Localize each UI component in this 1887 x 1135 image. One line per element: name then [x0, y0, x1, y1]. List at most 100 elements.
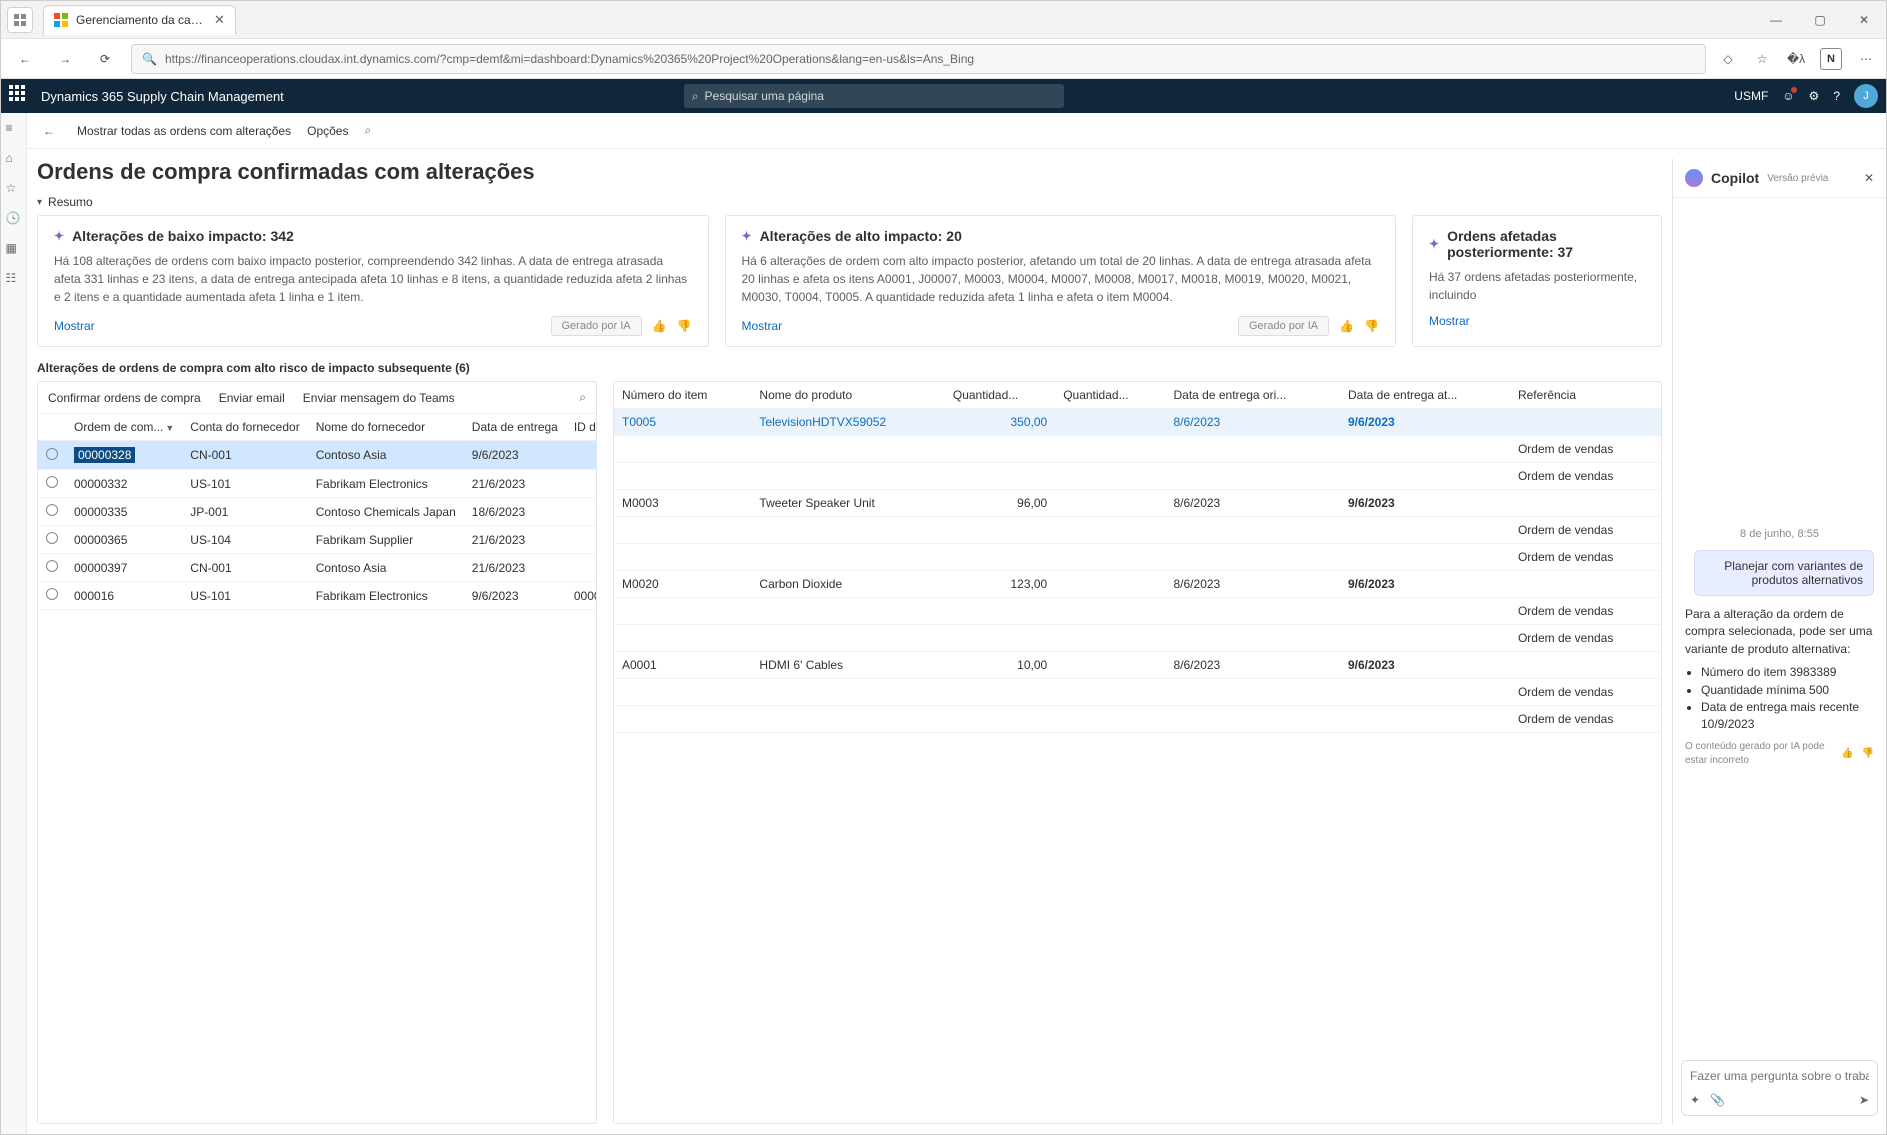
favorite-icon[interactable]: ☆ [1752, 49, 1772, 69]
rail-star-icon[interactable]: ☆ [6, 181, 22, 197]
col-delivery[interactable]: Data de entrega [464, 414, 566, 441]
table-row[interactable]: 00000332 US-101 Fabrikam Electronics 21/… [38, 470, 597, 498]
table-row[interactable]: Ordem de vendas [614, 679, 1661, 706]
table-row[interactable]: M0003 Tweeter Speaker Unit 96,00 8/6/202… [614, 490, 1661, 517]
browser-tab[interactable]: Gerenciamento da cadeia de forn ✕ [43, 5, 236, 35]
copilot-text-input[interactable] [1690, 1069, 1869, 1083]
nav-back-button[interactable]: ← [11, 45, 39, 73]
rail-menu-icon[interactable]: ≡ [6, 121, 22, 137]
table-row[interactable]: Ordem de vendas [614, 517, 1661, 544]
table-row[interactable]: Ordem de vendas [614, 625, 1661, 652]
window-minimize-button[interactable]: — [1754, 1, 1798, 39]
thumbs-up-icon[interactable]: 👍 [1841, 747, 1853, 762]
table-row[interactable]: 00000328 CN-001 Contoso Asia 9/6/2023 [38, 441, 597, 470]
cell-order[interactable]: 000016 [66, 582, 182, 610]
copilot-input-box[interactable]: ✦ 📎 ➤ [1681, 1060, 1878, 1116]
table-row[interactable]: 00000397 CN-001 Contoso Asia 21/6/2023 [38, 554, 597, 582]
col-vendor-acct[interactable]: Conta do fornecedor [182, 414, 307, 441]
cell-order[interactable]: 00000332 [66, 470, 182, 498]
nav-refresh-button[interactable]: ⟳ [91, 45, 119, 73]
row-radio[interactable] [46, 448, 58, 460]
table-row[interactable]: Ordem de vendas [614, 706, 1661, 733]
row-radio[interactable] [46, 560, 58, 572]
window-maximize-button[interactable]: ▢ [1798, 1, 1842, 39]
table-row[interactable]: T0005 TelevisionHDTVX59052 350,00 8/6/20… [614, 409, 1661, 436]
table-row[interactable]: 00000365 US-104 Fabrikam Supplier 21/6/2… [38, 526, 597, 554]
table-row[interactable]: Ordem de vendas [614, 544, 1661, 571]
window-close-button[interactable]: ✕ [1842, 1, 1886, 39]
col-order[interactable]: Ordem de com...▼ [66, 414, 182, 441]
col-ref[interactable]: Referência [1510, 382, 1661, 409]
cell-order[interactable]: 00000335 [66, 498, 182, 526]
thumbs-down-icon[interactable]: 👎 [1364, 319, 1379, 333]
user-avatar[interactable]: J [1854, 84, 1878, 108]
row-radio[interactable] [46, 588, 58, 600]
table-row[interactable]: 000016 US-101 Fabrikam Electronics 9/6/2… [38, 582, 597, 610]
cell-date-upd [1340, 463, 1510, 490]
table-row[interactable]: Ordem de vendas [614, 463, 1661, 490]
cell-order[interactable]: 00000397 [66, 554, 182, 582]
col-date-upd[interactable]: Data de entrega at... [1340, 382, 1510, 409]
attach-icon[interactable]: 📎 [1710, 1093, 1725, 1107]
sparkle-icon[interactable]: ✦ [1690, 1093, 1700, 1107]
table-row[interactable]: Ordem de vendas [614, 436, 1661, 463]
url-input[interactable]: 🔍 https://financeoperations.cloudax.int.… [131, 44, 1706, 74]
app-search[interactable]: ⌕ Pesquisar uma página [684, 84, 1064, 108]
table-row[interactable]: M0020 Carbon Dioxide 123,00 8/6/2023 9/6… [614, 571, 1661, 598]
rail-module-icon[interactable]: ▦ [6, 241, 22, 257]
search-icon[interactable]: ⌕ [579, 390, 586, 405]
col-qty1[interactable]: Quantidad... [945, 382, 1055, 409]
rail-list-icon[interactable]: ☷ [6, 271, 22, 287]
cell-order[interactable]: 00000328 [66, 441, 182, 470]
site-info-icon[interactable]: 🔍 [142, 52, 157, 66]
page-back-button[interactable]: ← [37, 119, 61, 143]
table-row[interactable]: Ordem de vendas [614, 598, 1661, 625]
breadcrumb-path[interactable]: Mostrar todas as ordens com alterações [77, 124, 291, 138]
rail-clock-icon[interactable]: 🕓 [6, 211, 22, 227]
table-row[interactable]: A0001 HDMI 6' Cables 10,00 8/6/2023 9/6/… [614, 652, 1661, 679]
table-row[interactable]: 00000335 JP-001 Contoso Chemicals Japan … [38, 498, 597, 526]
help-icon[interactable]: ? [1833, 89, 1840, 103]
thumbs-up-icon[interactable]: 👍 [652, 319, 667, 333]
options-link[interactable]: Opções [307, 124, 348, 138]
send-teams-button[interactable]: Enviar mensagem do Teams [303, 391, 455, 405]
more-icon[interactable]: ⋯ [1856, 49, 1876, 69]
col-date-orig[interactable]: Data de entrega ori... [1166, 382, 1340, 409]
thumbs-down-icon[interactable]: 👎 [1862, 747, 1874, 762]
rail-home-icon[interactable]: ⌂ [6, 151, 22, 167]
company-code[interactable]: USMF [1734, 89, 1768, 103]
row-radio[interactable] [46, 504, 58, 516]
col-product[interactable]: Nome do produto [751, 382, 944, 409]
reading-mode-icon[interactable]: ◇ [1718, 49, 1738, 69]
favicon-icon [54, 13, 68, 27]
page-search-icon[interactable]: ⌕ [364, 123, 371, 138]
thumbs-down-icon[interactable]: 👎 [677, 319, 692, 333]
send-icon[interactable]: ➤ [1859, 1093, 1869, 1107]
show-link[interactable]: Mostrar [54, 319, 95, 333]
nav-forward-button[interactable]: → [51, 45, 79, 73]
settings-icon[interactable]: ⚙ [1809, 89, 1820, 103]
row-radio[interactable] [46, 532, 58, 544]
tab-close-icon[interactable]: ✕ [214, 12, 225, 28]
show-link[interactable]: Mostrar [1429, 314, 1470, 328]
resumo-section-header[interactable]: ▾ Resumo [37, 195, 1662, 209]
emoji-icon[interactable]: ☺ [1782, 89, 1794, 103]
profile-badge[interactable]: N [1820, 48, 1842, 70]
cell-date-orig [1166, 679, 1340, 706]
col-vendor-name[interactable]: Nome do fornecedor [308, 414, 464, 441]
confirm-po-button[interactable]: Confirmar ordens de compra [48, 391, 201, 405]
cell-qty1: 350,00 [945, 409, 1055, 436]
col-item-no[interactable]: Número do item [614, 382, 751, 409]
tab-title: Gerenciamento da cadeia de forn [76, 13, 206, 27]
workspace-button[interactable] [7, 7, 33, 33]
col-contact[interactable]: ID de contato [566, 414, 597, 441]
col-qty2[interactable]: Quantidad... [1055, 382, 1165, 409]
cell-order[interactable]: 00000365 [66, 526, 182, 554]
show-link[interactable]: Mostrar [742, 319, 783, 333]
send-email-button[interactable]: Enviar email [219, 391, 285, 405]
copilot-close-button[interactable]: ✕ [1864, 171, 1874, 185]
favorites-bar-icon[interactable]: �λ [1786, 49, 1806, 69]
thumbs-up-icon[interactable]: 👍 [1339, 319, 1354, 333]
waffle-icon[interactable] [9, 85, 31, 107]
row-radio[interactable] [46, 476, 58, 488]
